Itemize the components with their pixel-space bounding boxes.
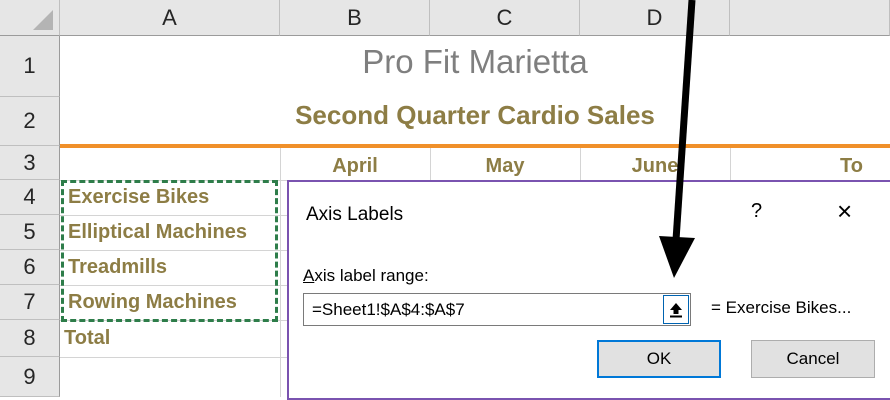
row-label-total[interactable]: Total bbox=[64, 327, 110, 350]
select-all-icon bbox=[33, 10, 53, 30]
title-underline bbox=[60, 144, 890, 148]
column-header-c[interactable]: C bbox=[430, 0, 580, 36]
row-header-5[interactable]: 5 bbox=[0, 215, 60, 250]
axis-label-range-label: Axis label range: bbox=[303, 266, 429, 286]
row-header-2[interactable]: 2 bbox=[0, 97, 60, 146]
ok-button[interactable]: OK bbox=[597, 340, 721, 378]
sheet-subtitle: Second Quarter Cardio Sales bbox=[295, 100, 655, 130]
range-preview: = Exercise Bikes... bbox=[711, 298, 852, 317]
row-header-4[interactable]: 4 bbox=[0, 180, 60, 215]
month-header-total: To bbox=[840, 155, 863, 177]
row-header-9[interactable]: 9 bbox=[0, 357, 60, 397]
column-header-b[interactable]: B bbox=[280, 0, 430, 36]
row-header-3[interactable]: 3 bbox=[0, 146, 60, 180]
row-header-6[interactable]: 6 bbox=[0, 250, 60, 285]
column-header-d[interactable]: D bbox=[580, 0, 730, 36]
select-all-corner[interactable] bbox=[0, 0, 60, 36]
gridline bbox=[280, 146, 281, 397]
month-header-april: April bbox=[332, 155, 378, 177]
row-header-8[interactable]: 8 bbox=[0, 320, 60, 357]
column-header-e[interactable] bbox=[730, 0, 890, 36]
row-header-7[interactable]: 7 bbox=[0, 285, 60, 320]
collapse-dialog-button[interactable] bbox=[663, 295, 689, 324]
dialog-title: Axis Labels bbox=[306, 204, 404, 225]
sheet-title: Pro Fit Marietta bbox=[362, 43, 588, 80]
cancel-button[interactable]: Cancel bbox=[751, 340, 875, 378]
help-button[interactable]: ? bbox=[751, 200, 762, 223]
axis-labels-dialog: Axis Labels ? × Axis label range: = Exer… bbox=[287, 180, 890, 400]
month-header-may: May bbox=[485, 155, 525, 177]
selected-range-marquee bbox=[61, 180, 278, 322]
month-header-june: June bbox=[631, 155, 679, 177]
close-button[interactable]: × bbox=[837, 196, 852, 227]
range-label-text: xis label range: bbox=[314, 266, 429, 285]
access-key-letter: A bbox=[303, 266, 315, 285]
axis-label-range-input[interactable] bbox=[303, 293, 691, 326]
column-header-a[interactable]: A bbox=[60, 0, 280, 36]
row-header-1[interactable]: 1 bbox=[0, 36, 60, 97]
collapse-dialog-icon bbox=[670, 302, 682, 317]
